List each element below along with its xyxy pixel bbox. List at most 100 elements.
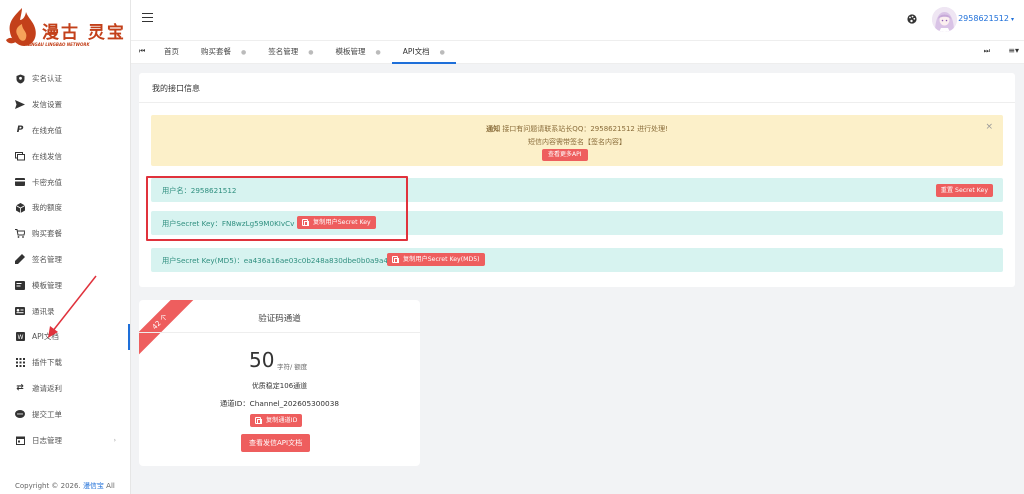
tab-label: 签名管理 xyxy=(268,47,299,56)
copy-icon xyxy=(392,256,399,263)
reset-secret-key-button[interactable]: 重置 Secret Key xyxy=(935,184,993,197)
doc-icon: W xyxy=(13,332,27,342)
template-icon xyxy=(13,280,27,290)
calendar-icon xyxy=(13,435,27,445)
tab-options-icon[interactable]: ≡▾ xyxy=(1008,46,1019,55)
username: 2958621512 xyxy=(958,14,1009,23)
tab-label: 首页 xyxy=(164,47,179,56)
user-menu[interactable]: 2958621512 ▾ xyxy=(958,14,1014,23)
sidebar-item-label: 在线充值 xyxy=(32,125,62,135)
sidebar-item-real-name[interactable]: 实名认证 xyxy=(0,66,130,92)
svg-text:W: W xyxy=(17,334,23,341)
sidebar-item-card-recharge[interactable]: 卡密充值 xyxy=(0,169,130,195)
sidebar-item-invite-rebate[interactable]: ⇄ 邀请返利 xyxy=(0,376,130,402)
copy-md5-button[interactable]: 复制用户Secret Key(MD5) xyxy=(387,253,485,266)
shield-icon xyxy=(13,74,27,84)
sidebar-item-signature[interactable]: 签名管理 xyxy=(0,247,130,273)
palette-icon[interactable] xyxy=(907,14,917,24)
copy-icon xyxy=(255,417,262,424)
annotation-arrow xyxy=(48,275,97,338)
footer-link[interactable]: 漫信宝 xyxy=(83,482,104,490)
close-icon[interactable]: ● xyxy=(440,49,445,56)
caret-down-icon: ▾ xyxy=(1010,16,1014,23)
sidebar-item-submit-ticket[interactable]: 提交工单 xyxy=(0,401,130,427)
avatar[interactable] xyxy=(932,7,957,32)
menu-toggle-icon[interactable] xyxy=(142,13,153,23)
view-send-api-doc-button[interactable]: 查看发信API文档 xyxy=(241,434,311,452)
button-label: 复制用户Secret Key(MD5) xyxy=(403,256,480,263)
view-more-api-button[interactable]: 查看更多API xyxy=(542,149,588,161)
pen-icon xyxy=(13,254,27,265)
sidebar-item-label: 签名管理 xyxy=(32,254,62,264)
close-icon[interactable]: ● xyxy=(241,49,246,56)
sidebar-item-recharge[interactable]: P 在线充值 xyxy=(0,118,130,144)
top-header: 2958621512 ▾ xyxy=(131,0,1024,40)
sidebar-item-label: 发信设置 xyxy=(32,100,62,110)
card-title: 我的接口信息 xyxy=(152,84,200,93)
secret-md5-label: 用户Secret Key(MD5)：ea436a16ae03c0b248a830… xyxy=(162,256,388,265)
close-icon[interactable]: × xyxy=(985,122,993,132)
channel-card: 42 个 验证码通道 50 字符/ 额度 优质稳定106通道 通道ID：Chan… xyxy=(139,300,420,466)
quota-count: 50 xyxy=(249,348,275,372)
tab-scroll-left-icon[interactable]: ⏮ xyxy=(139,47,145,56)
sidebar-item-log-management[interactable]: 日志管理 › xyxy=(0,427,130,453)
sidebar-item-label: 在线发信 xyxy=(32,151,62,161)
sidebar-item-label: 卡密充值 xyxy=(32,177,62,187)
tab-api-doc[interactable]: API文档 ● xyxy=(391,41,456,64)
notice-alert: 通知 接口有问题请联系站长QQ：2958621512 进行处理! 短信内容需带签… xyxy=(151,115,1003,166)
channel-title: 验证码通道 xyxy=(258,314,301,324)
tab-buy-package[interactable]: 购买套餐 ● xyxy=(190,41,257,64)
sidebar-item-label: 插件下载 xyxy=(32,358,62,368)
notice-line-1: 通知 接口有问题请联系站长QQ：2958621512 进行处理! xyxy=(151,124,1003,134)
brand-name: 漫古 灵宝 xyxy=(42,23,126,43)
grid-icon xyxy=(13,358,27,368)
contact-card-icon xyxy=(13,306,27,316)
sidebar-item-label: 实名认证 xyxy=(32,74,62,84)
divider xyxy=(139,102,1015,103)
channel-id: 通道ID：Channel_202605300038 xyxy=(220,399,339,408)
sidebar-item-buy-package[interactable]: 购买套餐 xyxy=(0,221,130,247)
cube-icon xyxy=(13,202,27,213)
close-icon[interactable]: ● xyxy=(308,49,313,56)
tab-label: API文档 xyxy=(402,47,430,56)
tab-label: 模板管理 xyxy=(335,47,366,56)
sidebar-item-label: 我的额度 xyxy=(32,203,62,213)
channel-count-ribbon: 42 个 xyxy=(139,300,198,360)
copy-channel-id-button[interactable]: 复制通道ID xyxy=(250,414,303,427)
send-icon xyxy=(13,100,27,110)
message-icon xyxy=(13,409,27,419)
tab-bar: ⏮ 首页 购买套餐 ● 签名管理 ● 模板管理 ● API文档 ● ⏭ ≡▾ xyxy=(131,40,1024,64)
tab-home[interactable]: 首页 xyxy=(153,41,190,64)
notice-prefix: 通知 xyxy=(486,125,501,133)
sidebar: 漫古 灵宝 MANGAU LINGBAO NETWORK 实名认证 发信设置 P… xyxy=(0,0,131,494)
highlight-annotation-box xyxy=(146,176,408,241)
cart-icon xyxy=(13,229,27,239)
tab-label: 购买套餐 xyxy=(201,47,231,56)
refresh-icon: ⇄ xyxy=(16,383,24,394)
chevron-right-icon: › xyxy=(113,436,116,444)
button-label: 复制通道ID xyxy=(266,417,298,424)
tab-template[interactable]: 模板管理 ● xyxy=(325,41,392,64)
brand-subtitle: MANGAU LINGBAO NETWORK xyxy=(24,42,90,47)
logo[interactable]: 漫古 灵宝 MANGAU LINGBAO NETWORK xyxy=(0,0,130,62)
channel-description: 优质稳定106通道 xyxy=(251,382,308,390)
sidebar-item-label: 提交工单 xyxy=(32,409,62,419)
divider xyxy=(139,332,420,333)
paypal-icon: P xyxy=(16,125,24,136)
close-icon[interactable]: ● xyxy=(376,49,381,56)
sidebar-item-label: 邀请返利 xyxy=(32,383,62,393)
footer-copyright: Copyright © 2026. 漫信宝 All xyxy=(15,481,115,491)
footer-suffix: All xyxy=(106,482,115,490)
sidebar-item-send-settings[interactable]: 发信设置 xyxy=(0,92,130,118)
tab-scroll-right-icon[interactable]: ⏭ xyxy=(984,47,990,56)
sidebar-item-online-send[interactable]: 在线发信 xyxy=(0,143,130,169)
notice-text: 接口有问题请联系站长QQ：2958621512 进行处理! xyxy=(502,125,668,133)
sidebar-item-my-quota[interactable]: 我的额度 xyxy=(0,195,130,221)
sidebar-menu: 实名认证 发信设置 P 在线充值 在线发信 卡密充值 我的额度 购买套餐 签名管… xyxy=(0,66,130,453)
card-icon xyxy=(13,177,27,187)
sidebar-item-label: 购买套餐 xyxy=(32,229,62,239)
sidebar-item-plugin-download[interactable]: 插件下载 xyxy=(0,350,130,376)
chat-icon xyxy=(13,151,27,161)
tab-list: 首页 购买套餐 ● 签名管理 ● 模板管理 ● API文档 ● xyxy=(153,41,456,65)
tab-signature[interactable]: 签名管理 ● xyxy=(257,41,324,64)
